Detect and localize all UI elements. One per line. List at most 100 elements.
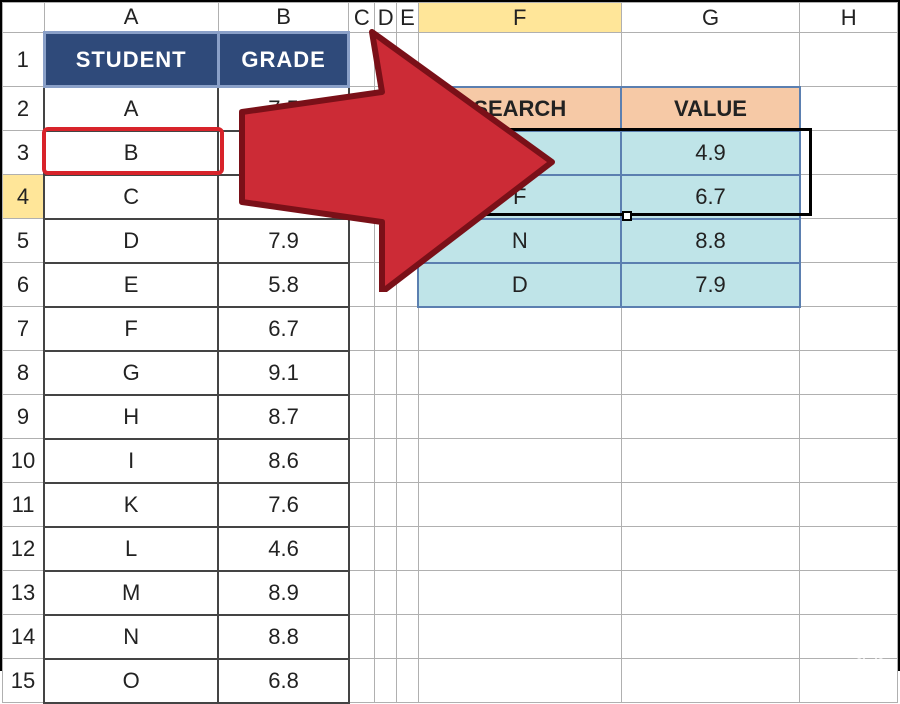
cell-A10[interactable]: I [44, 439, 218, 483]
cell-D8[interactable] [375, 351, 397, 395]
cell-G1[interactable] [621, 33, 800, 87]
cell-F10[interactable] [418, 439, 621, 483]
cell-G11[interactable] [621, 483, 800, 527]
col-header-C[interactable]: C [349, 3, 375, 33]
cell-G3[interactable]: 4.9 [621, 131, 800, 175]
cell-A8[interactable]: G [44, 351, 218, 395]
cell-C7[interactable] [349, 307, 375, 351]
cell-H5[interactable] [800, 219, 898, 263]
cell-B7[interactable]: 6.7 [218, 307, 349, 351]
cell-G10[interactable] [621, 439, 800, 483]
cell-H3[interactable] [800, 131, 898, 175]
cell-E2[interactable] [397, 87, 419, 131]
cell-F13[interactable] [418, 571, 621, 615]
cell-A7[interactable]: F [44, 307, 218, 351]
cell-E15[interactable] [397, 659, 419, 703]
cell-B9[interactable]: 8.7 [218, 395, 349, 439]
cell-H14[interactable] [800, 615, 898, 659]
cell-G7[interactable] [621, 307, 800, 351]
header-student[interactable]: STUDENT [44, 33, 218, 87]
cell-E8[interactable] [397, 351, 419, 395]
cell-E10[interactable] [397, 439, 419, 483]
row-header-14[interactable]: 14 [3, 615, 45, 659]
cell-A5[interactable]: D [44, 219, 218, 263]
cell-D14[interactable] [375, 615, 397, 659]
col-header-G[interactable]: G [621, 3, 800, 33]
cell-F1[interactable] [418, 33, 621, 87]
cell-C14[interactable] [349, 615, 375, 659]
cell-B14[interactable]: 8.8 [218, 615, 349, 659]
spreadsheet-grid[interactable]: A B C D E F G H 1 STUDENT GRADE 2 A 7.5 … [2, 2, 898, 704]
cell-E6[interactable] [397, 263, 419, 307]
cell-A9[interactable]: H [44, 395, 218, 439]
cell-E12[interactable] [397, 527, 419, 571]
cell-F12[interactable] [418, 527, 621, 571]
col-header-E[interactable]: E [397, 3, 419, 33]
header-grade[interactable]: GRADE [218, 33, 349, 87]
row-header-9[interactable]: 9 [3, 395, 45, 439]
cell-E7[interactable] [397, 307, 419, 351]
cell-B6[interactable]: 5.8 [218, 263, 349, 307]
cell-C9[interactable] [349, 395, 375, 439]
cell-H1[interactable] [800, 33, 898, 87]
cell-A2[interactable]: A [44, 87, 218, 131]
cell-G13[interactable] [621, 571, 800, 615]
cell-C4[interactable] [349, 175, 375, 219]
row-header-11[interactable]: 11 [3, 483, 45, 527]
row-header-10[interactable]: 10 [3, 439, 45, 483]
cell-C1[interactable] [349, 33, 375, 87]
cell-F11[interactable] [418, 483, 621, 527]
row-header-12[interactable]: 12 [3, 527, 45, 571]
cell-D2[interactable] [375, 87, 397, 131]
row-header-3[interactable]: 3 [3, 131, 45, 175]
cell-B11[interactable]: 7.6 [218, 483, 349, 527]
cell-F4[interactable]: F [418, 175, 621, 219]
row-header-2[interactable]: 2 [3, 87, 45, 131]
cell-D13[interactable] [375, 571, 397, 615]
cell-A11[interactable]: K [44, 483, 218, 527]
cell-D12[interactable] [375, 527, 397, 571]
row-header-6[interactable]: 6 [3, 263, 45, 307]
cell-D3[interactable] [375, 131, 397, 175]
cell-F6[interactable]: D [418, 263, 621, 307]
cell-G9[interactable] [621, 395, 800, 439]
cell-F7[interactable] [418, 307, 621, 351]
select-all-corner[interactable] [3, 3, 45, 33]
cell-C3[interactable] [349, 131, 375, 175]
cell-H6[interactable] [800, 263, 898, 307]
cell-E5[interactable] [397, 219, 419, 263]
cell-F9[interactable] [418, 395, 621, 439]
cell-D7[interactable] [375, 307, 397, 351]
cell-B8[interactable]: 9.1 [218, 351, 349, 395]
cell-D9[interactable] [375, 395, 397, 439]
row-header-5[interactable]: 5 [3, 219, 45, 263]
cell-G5[interactable]: 8.8 [621, 219, 800, 263]
cell-H8[interactable] [800, 351, 898, 395]
cell-G6[interactable]: 7.9 [621, 263, 800, 307]
cell-B13[interactable]: 8.9 [218, 571, 349, 615]
cell-A4[interactable]: C [44, 175, 218, 219]
cell-H2[interactable] [800, 87, 898, 131]
cell-B12[interactable]: 4.6 [218, 527, 349, 571]
cell-F3[interactable]: b [418, 131, 621, 175]
cell-B4[interactable]: 8.8 [218, 175, 349, 219]
cell-E11[interactable] [397, 483, 419, 527]
col-header-F[interactable]: F [418, 3, 621, 33]
header-search[interactable]: SEARCH [418, 87, 621, 131]
cell-B15[interactable]: 6.8 [218, 659, 349, 703]
cell-F5[interactable]: N [418, 219, 621, 263]
cell-E13[interactable] [397, 571, 419, 615]
row-header-7[interactable]: 7 [3, 307, 45, 351]
cell-E4[interactable] [397, 175, 419, 219]
cell-G8[interactable] [621, 351, 800, 395]
cell-D6[interactable] [375, 263, 397, 307]
cell-F14[interactable] [418, 615, 621, 659]
row-header-15[interactable]: 15 [3, 659, 45, 703]
cell-C2[interactable] [349, 87, 375, 131]
cell-H10[interactable] [800, 439, 898, 483]
cell-D5[interactable] [375, 219, 397, 263]
cell-H13[interactable] [800, 571, 898, 615]
cell-E1[interactable] [397, 33, 419, 87]
cell-D15[interactable] [375, 659, 397, 703]
cell-C10[interactable] [349, 439, 375, 483]
